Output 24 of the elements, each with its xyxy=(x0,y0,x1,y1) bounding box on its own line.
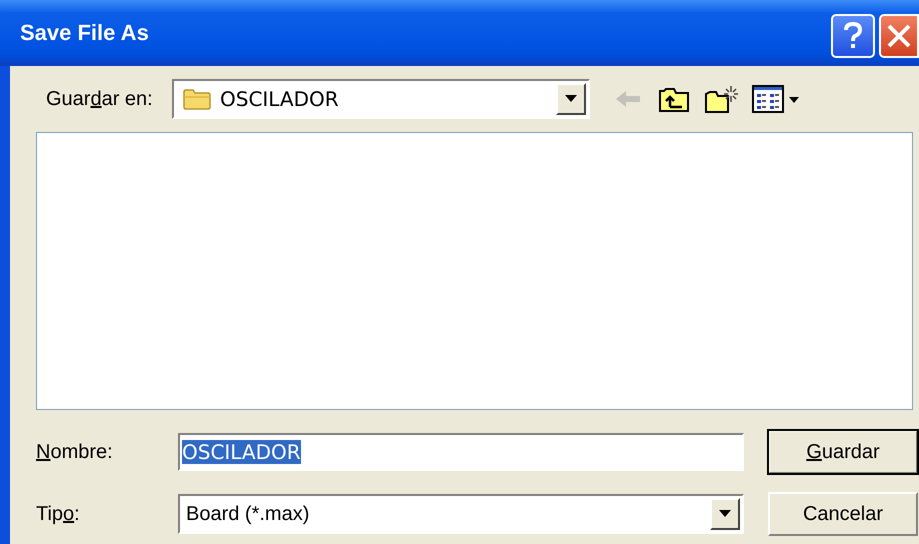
up-folder-icon xyxy=(658,85,690,113)
help-icon xyxy=(841,21,865,51)
save-in-label: Guardar en: xyxy=(46,88,154,110)
file-type-value: Board (*.max) xyxy=(186,502,310,526)
caret-icon xyxy=(719,510,731,518)
view-menu-icon xyxy=(752,85,800,113)
save-button[interactable]: Guardar xyxy=(768,430,918,474)
folder-icon xyxy=(182,87,212,111)
file-name-label: Nombre: xyxy=(36,440,114,464)
file-name-field[interactable]: OSCILADOR xyxy=(178,433,744,471)
save-in-dropdown[interactable]: OSCILADOR xyxy=(172,79,590,119)
window-title: Save File As xyxy=(20,20,149,46)
caret-icon xyxy=(565,95,577,103)
help-button[interactable] xyxy=(831,14,875,58)
new-folder-icon xyxy=(704,84,738,114)
close-icon xyxy=(886,23,912,49)
dropdown-button[interactable] xyxy=(556,83,586,115)
save-in-value: OSCILADOR xyxy=(220,87,340,111)
file-name-value: OSCILADOR xyxy=(182,440,301,464)
dropdown-button[interactable] xyxy=(710,498,740,530)
close-button[interactable] xyxy=(879,14,919,58)
file-type-dropdown[interactable]: Board (*.max) xyxy=(178,494,744,534)
file-type-label: Tipo: xyxy=(36,502,81,526)
cancel-button[interactable]: Cancelar xyxy=(768,492,918,536)
